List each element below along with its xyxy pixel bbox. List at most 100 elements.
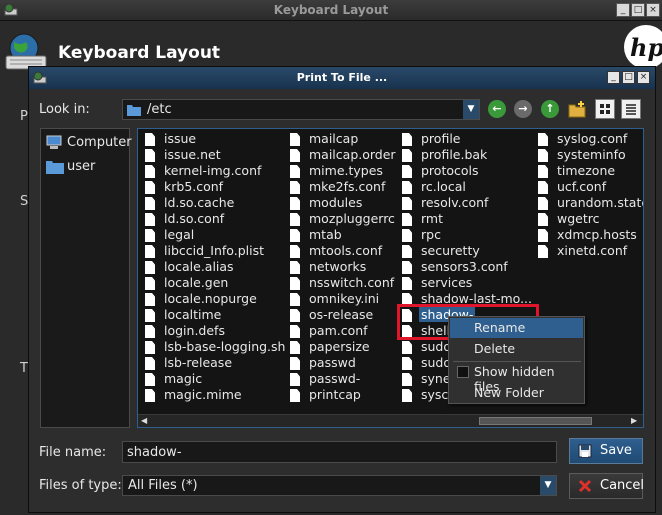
file-icon (402, 389, 412, 402)
back-icon[interactable]: ← (488, 100, 506, 118)
file-name: passwd (309, 355, 356, 370)
file-icon (402, 165, 412, 178)
file-name: lsb-base-logging.sh (164, 339, 286, 354)
print-to-file-dialog: Print To File ... _ □ × Look in: /etc ▼ … (28, 66, 656, 513)
file-icon (290, 213, 300, 226)
sidebar-item-computer[interactable]: Computer (44, 133, 132, 153)
background-fragment: T (20, 361, 28, 376)
maximize-icon[interactable]: □ (622, 71, 635, 84)
file-icon (290, 373, 300, 386)
file-type-combo[interactable]: All Files (*) ▼ (122, 475, 557, 496)
cancel-label: Cancel (600, 478, 645, 493)
file-icon (402, 357, 412, 370)
file-name: mime.types (309, 163, 383, 178)
scroll-right-icon[interactable]: ▶ (631, 416, 637, 425)
file-icon (538, 245, 548, 258)
file-name: xinetd.conf (557, 243, 628, 258)
file-icon (402, 277, 412, 290)
file-name: legal (164, 227, 195, 242)
file-icon (290, 181, 300, 194)
chevron-down-icon[interactable]: ▼ (540, 476, 556, 495)
background-fragment: P (20, 109, 28, 124)
menu-item-show-hidden-files[interactable]: Show hidden files (450, 362, 583, 394)
file-name: xdmcp.hosts (557, 227, 637, 242)
checkbox-icon[interactable] (457, 366, 469, 378)
horizontal-scrollbar[interactable]: ◀ ▶ (138, 414, 643, 427)
file-name: os-release (309, 307, 374, 322)
look-in-combo[interactable]: /etc ▼ (122, 99, 480, 120)
file-icon (290, 293, 300, 306)
save-icon (578, 444, 592, 458)
forward-icon[interactable]: → (514, 100, 532, 118)
chevron-down-icon[interactable]: ▼ (463, 100, 479, 119)
file-name: systeminfo (557, 147, 626, 162)
file-name: rmt (421, 211, 443, 226)
scrollbar-thumb[interactable] (479, 417, 592, 425)
file-name: ucf.conf (557, 179, 607, 194)
file-name: issue (164, 131, 197, 146)
file-name-input[interactable] (122, 441, 557, 463)
file-icon (145, 133, 155, 146)
file-icon (145, 357, 155, 370)
file-name: networks (309, 259, 367, 274)
file-icon (402, 229, 412, 242)
file-name: rpc (421, 227, 441, 242)
scroll-left-icon[interactable]: ◀ (141, 416, 147, 425)
file-name: wgetrc (557, 211, 600, 226)
file-icon (290, 165, 300, 178)
menu-item-new-folder[interactable]: New Folder (450, 383, 583, 403)
file-name: printcap (309, 387, 361, 402)
file-name: ld.so.conf (164, 211, 225, 226)
save-button[interactable]: Save (569, 438, 643, 464)
file-type-value: All Files (*) (128, 478, 198, 493)
background-header-title: Keyboard Layout (58, 43, 221, 63)
file-icon (145, 341, 155, 354)
sidebar-item-user[interactable]: user (44, 157, 128, 177)
file-icon (402, 181, 412, 194)
menu-item-rename[interactable]: Rename (450, 318, 583, 338)
file-name: locale.nopurge (164, 291, 257, 306)
file-name: sudo (421, 355, 452, 370)
dialog-title: Print To File ... (296, 71, 388, 84)
close-icon[interactable]: × (637, 71, 650, 84)
maximize-icon[interactable]: □ (631, 3, 645, 17)
menu-item-delete[interactable]: Delete (450, 339, 583, 359)
folder-icon (127, 105, 141, 116)
file-name: urandom.state (557, 195, 644, 210)
file-icon (402, 341, 412, 354)
file-name: modules (309, 195, 363, 210)
places-sidebar: Computer user (40, 128, 132, 428)
file-name: mtools.conf (309, 243, 383, 258)
cancel-button[interactable]: Cancel (569, 473, 645, 499)
save-label: Save (600, 443, 632, 458)
file-name: pam.conf (309, 323, 368, 338)
file-icon (290, 229, 300, 242)
file-name: securetty (421, 243, 480, 258)
detail-view-button[interactable] (621, 99, 641, 119)
file-icon (538, 165, 548, 178)
file-name: syslog.conf (557, 131, 628, 146)
parent-directory-icon[interactable]: ↑ (541, 100, 559, 118)
file-name: sensors3.conf (421, 259, 508, 274)
file-name: resolv.conf (421, 195, 489, 210)
sidebar-item-label: user (67, 159, 96, 174)
brand-logo: hp (624, 25, 662, 69)
close-icon[interactable]: × (646, 3, 660, 17)
file-name: login.defs (164, 323, 225, 338)
minimize-icon[interactable]: _ (616, 3, 630, 17)
file-icon (290, 133, 300, 146)
file-icon (538, 133, 548, 146)
file-icon (538, 181, 548, 194)
file-icon (290, 341, 300, 354)
new-folder-icon[interactable] (568, 100, 586, 118)
menu-item-label: New Folder (474, 385, 544, 400)
file-icon (145, 389, 155, 402)
icon-view-button[interactable] (595, 99, 615, 119)
file-icon (402, 149, 412, 162)
file-name: locale.alias (164, 259, 234, 274)
file-name: syne (421, 371, 451, 386)
file-icon (145, 293, 155, 306)
menu-item-label: Rename (474, 320, 526, 335)
minimize-icon[interactable]: _ (607, 71, 620, 84)
file-icon (145, 213, 155, 226)
